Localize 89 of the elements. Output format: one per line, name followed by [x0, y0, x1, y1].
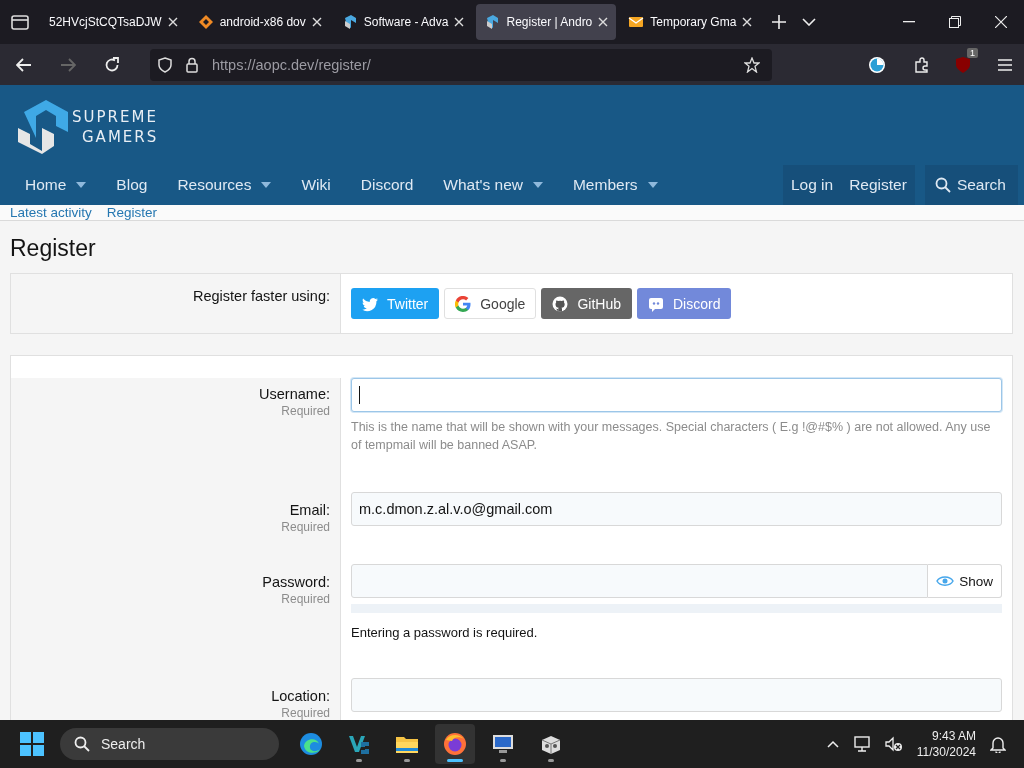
close-icon [742, 17, 753, 27]
caret-icon [261, 182, 272, 188]
field-label: Password: [262, 574, 330, 590]
clock[interactable]: 9:43 AM 11/30/2024 [916, 728, 976, 760]
logo-icon [16, 98, 70, 156]
input-field[interactable]: m.c.dmon.z.al.v.o@gmail.com [351, 492, 1002, 526]
required-hint: Required [281, 592, 330, 606]
nav-link[interactable]: Blog [101, 165, 163, 205]
error-message: Entering a password is required. [351, 625, 539, 640]
caret-icon [532, 182, 543, 188]
shield-icon[interactable] [954, 55, 972, 74]
sign-in-button[interactable]: Google [444, 288, 537, 319]
required-hint: Required [281, 520, 330, 534]
show-password-button[interactable]: Show [928, 564, 1002, 598]
caret-icon [647, 182, 658, 188]
search-field[interactable]: Search [60, 728, 279, 760]
close-icon [598, 17, 609, 27]
field-label: Location: [271, 688, 330, 704]
browser-tab[interactable]: 52HVcjStCQTsaDJW [41, 4, 186, 40]
network-icon[interactable] [852, 736, 871, 752]
speaker-muted-icon[interactable] [884, 736, 903, 752]
menu-icon[interactable] [998, 58, 1012, 71]
search-icon [74, 736, 90, 752]
input-field[interactable] [351, 378, 1002, 412]
logo-text: GAMERS [81, 127, 159, 147]
minimize-icon[interactable] [903, 21, 915, 23]
search-link[interactable]: Search [924, 165, 1018, 205]
star-icon[interactable] [744, 56, 760, 73]
cat-icon [552, 295, 569, 312]
logo-icon [484, 14, 501, 30]
nav-link[interactable]: Register [841, 165, 915, 205]
browser-tab[interactable]: Temporary Gma [620, 4, 761, 40]
nav-link[interactable]: Home [10, 165, 102, 205]
forward-icon[interactable] [60, 57, 76, 72]
monitor-icon [491, 732, 515, 756]
sign-in-button[interactable]: GitHub [541, 288, 632, 319]
notification-badge: 1 [967, 47, 978, 58]
nav-link[interactable]: What's new [428, 165, 558, 205]
close-icon [311, 17, 322, 27]
required-hint: Required [281, 404, 330, 418]
required-hint: Required [281, 706, 330, 720]
page-title: Register [10, 235, 97, 262]
shield-icon [158, 56, 172, 73]
field-label: Username: [259, 386, 330, 402]
swirl-icon [299, 732, 323, 756]
nav-link[interactable]: Wiki [286, 165, 346, 205]
text-caret [359, 386, 360, 404]
nav-link[interactable]: Log in [782, 165, 842, 205]
back-icon[interactable] [16, 57, 32, 72]
password-field[interactable] [351, 564, 929, 598]
logo-text: SUPREME [72, 107, 159, 127]
diamond-icon [197, 14, 214, 30]
close-icon [167, 17, 178, 27]
help-text: This is the name that will be shown with your messages. Special characters ( E.g !@#$% ) are not allowed. Any use of tempmail will be banned ASAP. [351, 419, 992, 454]
circle-icon[interactable] [868, 55, 886, 74]
field-label: Email: [289, 502, 330, 518]
browser-tab[interactable]: android-x86 dov [189, 4, 330, 40]
eye-icon [936, 575, 955, 587]
caret-icon [76, 182, 87, 188]
browser-tab[interactable]: Software - Adva [333, 4, 473, 40]
nav-link[interactable]: Discord [345, 165, 429, 205]
close-icon[interactable] [995, 16, 1007, 28]
puzzle-icon[interactable] [914, 56, 930, 73]
taskbar-app[interactable] [435, 724, 475, 764]
breadcrumb-link[interactable]: Latest activity [10, 205, 92, 220]
address-bar[interactable]: https://aopc.dev/register/ [150, 48, 772, 81]
restore-icon[interactable] [949, 16, 961, 28]
url-text: https://aopc.dev/register/ [212, 56, 371, 73]
nav-link[interactable]: Members [557, 165, 673, 205]
bell-icon[interactable] [990, 735, 1006, 753]
breadcrumb-link[interactable]: Register [106, 205, 158, 220]
chat-icon [647, 295, 664, 312]
chevron-up-icon[interactable] [826, 740, 839, 748]
new-tab-icon[interactable] [772, 15, 787, 29]
reload-icon[interactable] [104, 56, 120, 73]
chevron-down-icon[interactable] [802, 18, 817, 26]
browser-tab[interactable]: Register | Andro [476, 4, 617, 40]
fox-icon [443, 732, 467, 756]
field-label: Register faster using: [193, 288, 330, 304]
search-icon [934, 177, 951, 193]
google-icon [455, 295, 472, 312]
input-field[interactable] [351, 678, 1002, 712]
bird-icon [362, 295, 378, 312]
lock-icon [186, 56, 198, 73]
envelope-icon [628, 14, 645, 30]
close-icon [454, 17, 465, 27]
tab-list-icon[interactable] [11, 14, 29, 30]
nav-link[interactable]: Resources [162, 165, 287, 205]
windows-icon[interactable] [20, 732, 44, 756]
